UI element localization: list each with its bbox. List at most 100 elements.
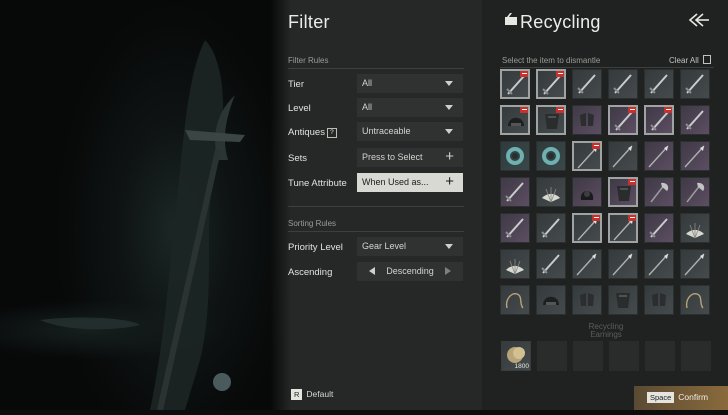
item-slot[interactable]	[536, 105, 566, 135]
clear-all-label: Clear All	[669, 56, 699, 65]
dismantle-mark-icon	[628, 215, 636, 221]
spear-icon	[612, 145, 633, 168]
item-slot[interactable]	[500, 213, 530, 243]
item-slot[interactable]	[536, 213, 566, 243]
item-slot[interactable]	[608, 249, 638, 279]
sword-icon	[685, 74, 704, 94]
item-slot[interactable]	[500, 177, 530, 207]
item-slot[interactable]	[572, 213, 602, 243]
ascending-stepper[interactable]: Descending	[357, 262, 463, 281]
axe-icon	[650, 182, 669, 203]
caret-down-icon	[445, 105, 453, 110]
item-slot[interactable]	[572, 141, 602, 171]
sword-icon	[649, 74, 668, 94]
spear-icon	[612, 253, 633, 276]
item-slot[interactable]	[500, 69, 530, 99]
item-slot[interactable]	[536, 69, 566, 99]
item-slot[interactable]	[572, 177, 602, 207]
trash-icon	[703, 55, 712, 64]
item-slot[interactable]	[536, 177, 566, 207]
filter-title: Filter	[288, 12, 330, 32]
tier-label: Tier	[288, 79, 305, 90]
item-slot[interactable]	[680, 285, 710, 315]
item-slot[interactable]	[644, 105, 674, 135]
item-slot[interactable]	[608, 177, 638, 207]
item-slot[interactable]	[536, 249, 566, 279]
tune-attribute-selector[interactable]: When Used as... +	[357, 173, 463, 192]
default-button[interactable]: R Default	[291, 389, 333, 400]
item-slot[interactable]	[644, 213, 674, 243]
item-slot[interactable]	[536, 285, 566, 315]
clear-all-button[interactable]: Clear All	[669, 55, 712, 65]
item-slot[interactable]	[500, 141, 530, 171]
confirm-button[interactable]: Space Confirm	[634, 386, 728, 410]
item-slot[interactable]	[500, 105, 530, 135]
priority-level-dropdown[interactable]: Gear Level	[357, 237, 463, 256]
dismantle-mark-icon	[628, 179, 636, 185]
earning-slot[interactable]: 1800	[501, 341, 531, 371]
item-slot[interactable]	[680, 249, 710, 279]
help-icon[interactable]: ?	[326, 128, 337, 138]
tune-attribute-label: Tune Attribute	[288, 178, 347, 189]
divider	[288, 206, 464, 207]
armor-icon	[616, 293, 630, 308]
antiques-dropdown[interactable]: Untraceable	[357, 122, 463, 141]
plus-icon: +	[445, 148, 454, 165]
item-slot[interactable]	[608, 69, 638, 99]
priority-level-label: Priority Level	[288, 242, 343, 253]
item-slot[interactable]	[644, 69, 674, 99]
item-slot[interactable]	[572, 249, 602, 279]
item-slot[interactable]	[680, 69, 710, 99]
item-slot[interactable]	[644, 249, 674, 279]
confirm-content: Space Confirm	[647, 392, 708, 403]
antiques-label-text: Antiques	[288, 127, 325, 138]
ring-icon	[542, 147, 560, 165]
filter-rules-heading: Filter Rules	[288, 56, 329, 65]
divider	[500, 67, 714, 68]
item-slot[interactable]	[608, 141, 638, 171]
caret-down-icon	[445, 244, 453, 249]
empty-slot	[573, 341, 603, 371]
instruction-text: Select the item to dismantle	[502, 56, 601, 65]
item-slot[interactable]	[644, 285, 674, 315]
empty-slot	[645, 341, 675, 371]
divider	[288, 68, 464, 69]
item-slot[interactable]	[680, 105, 710, 135]
item-slot[interactable]	[680, 177, 710, 207]
dismantle-mark-icon	[592, 215, 600, 221]
gloves-icon	[580, 113, 594, 126]
fan-icon	[506, 259, 524, 275]
dismantle-mark-icon	[592, 143, 600, 149]
sets-selector[interactable]: Press to Select +	[357, 148, 463, 167]
item-slot[interactable]	[680, 141, 710, 171]
item-slot[interactable]	[572, 285, 602, 315]
item-slot[interactable]	[608, 285, 638, 315]
item-slot[interactable]	[608, 105, 638, 135]
tune-attribute-value: When Used as...	[362, 177, 429, 187]
arrow-right-icon[interactable]	[445, 267, 451, 275]
dismantle-mark-icon	[628, 107, 636, 113]
caret-down-icon	[445, 129, 453, 134]
back-icon[interactable]	[688, 13, 710, 27]
item-slot[interactable]	[608, 213, 638, 243]
tier-dropdown[interactable]: All	[357, 74, 463, 93]
confirm-key-hint: Space	[647, 392, 675, 403]
axe-icon	[686, 182, 705, 203]
item-slot[interactable]	[644, 177, 674, 207]
antiques-label: Antiques?	[288, 127, 337, 138]
item-slot[interactable]	[680, 213, 710, 243]
item-slot[interactable]	[644, 141, 674, 171]
sorting-rules-heading: Sorting Rules	[288, 219, 337, 228]
item-slot[interactable]	[500, 285, 530, 315]
spear-icon	[648, 145, 669, 168]
ascending-label: Ascending	[288, 267, 333, 278]
item-slot[interactable]	[500, 249, 530, 279]
confirm-label: Confirm	[678, 392, 709, 402]
sets-value: Press to Select	[362, 152, 423, 162]
item-slot[interactable]	[572, 105, 602, 135]
item-slot[interactable]	[572, 69, 602, 99]
character-silhouette	[40, 40, 245, 411]
dagger-icon	[649, 218, 668, 238]
item-slot[interactable]	[536, 141, 566, 171]
level-dropdown[interactable]: All	[357, 98, 463, 117]
